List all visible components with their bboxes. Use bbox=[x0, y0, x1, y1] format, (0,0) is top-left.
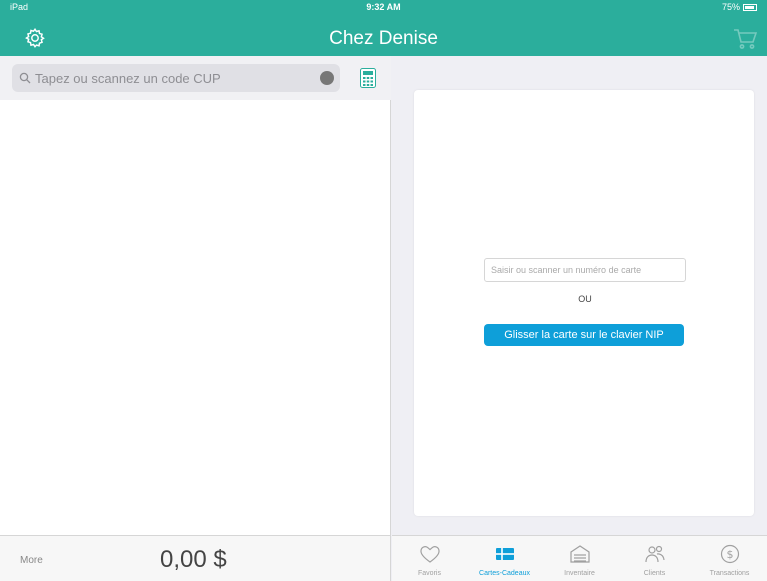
tab-bar: Favoris Cartes-Cadeaux Inventaire Client… bbox=[392, 535, 767, 581]
tab-label: Inventaire bbox=[564, 570, 595, 577]
tab-label: Clients bbox=[643, 570, 666, 577]
barcode-scan-icon[interactable] bbox=[320, 71, 334, 85]
cart-total: 0,00 $ bbox=[160, 546, 227, 573]
cart-footer: More 0,00 $ bbox=[0, 535, 391, 581]
top-bar: iPad 9:32 AM 75% Chez Denise bbox=[0, 0, 767, 56]
tab-label: Cartes-Cadeaux bbox=[479, 570, 530, 577]
battery-status: 75% bbox=[722, 2, 757, 12]
tab-label: Favoris bbox=[418, 570, 441, 577]
tab-favoris[interactable]: Favoris bbox=[392, 536, 467, 581]
gift-card-icon bbox=[495, 548, 514, 560]
clients-icon bbox=[644, 545, 665, 563]
inventory-icon bbox=[569, 545, 590, 563]
gift-card-form: OU Glisser la carte sur le clavier NIP bbox=[414, 90, 754, 516]
battery-percent: 75% bbox=[721, 2, 740, 12]
swipe-card-button[interactable]: Glisser la carte sur le clavier NIP bbox=[484, 324, 684, 346]
more-button[interactable]: More bbox=[20, 555, 43, 566]
search-area bbox=[0, 56, 391, 100]
page-title: Chez Denise bbox=[329, 28, 438, 49]
cart-panel bbox=[0, 56, 391, 535]
heart-icon bbox=[419, 546, 440, 563]
card-number-input[interactable] bbox=[484, 258, 686, 282]
tab-inventaire[interactable]: Inventaire bbox=[542, 536, 617, 581]
tab-cartes-cadeaux[interactable]: Cartes-Cadeaux bbox=[467, 536, 542, 581]
tab-clients[interactable]: Clients bbox=[617, 536, 692, 581]
or-separator: OU bbox=[578, 294, 592, 304]
cart-icon[interactable] bbox=[733, 28, 757, 50]
tab-transactions[interactable]: $ Transactions bbox=[692, 536, 767, 581]
search-input[interactable] bbox=[35, 70, 305, 86]
tab-label: Transactions bbox=[709, 570, 750, 577]
clock: 9:32 AM bbox=[366, 2, 401, 12]
svg-text:$: $ bbox=[726, 548, 733, 561]
search-field[interactable] bbox=[12, 64, 340, 92]
dollar-icon: $ bbox=[720, 544, 739, 564]
status-bar: iPad 9:32 AM 75% bbox=[0, 0, 767, 16]
gift-card-panel: OU Glisser la carte sur le clavier NIP bbox=[392, 56, 767, 535]
battery-icon bbox=[743, 3, 757, 11]
search-icon bbox=[19, 72, 31, 84]
calculator-icon[interactable] bbox=[360, 68, 376, 88]
